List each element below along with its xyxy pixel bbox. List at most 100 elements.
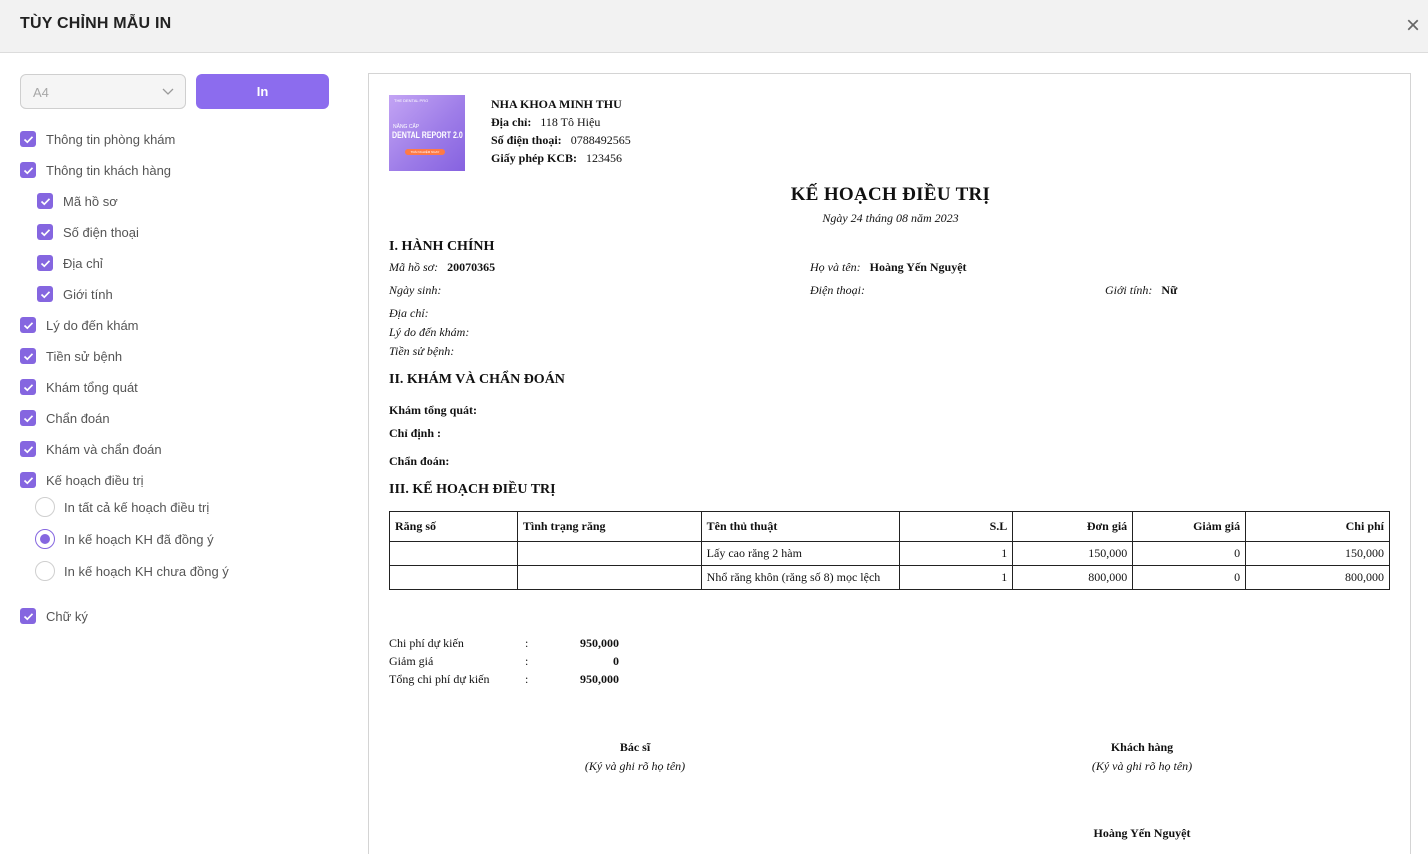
- checkbox-checked-icon[interactable]: [20, 441, 36, 457]
- customer-name-field: Họ và tên: Hoàng Yến Nguyệt: [810, 260, 967, 274]
- section-exam-diagnosis: II. KHÁM VÀ CHẨN ĐOÁN: [389, 372, 565, 387]
- section-treatment-plan: III. KẾ HOẠCH ĐIỀU TRỊ: [389, 482, 556, 497]
- table-row: Nhổ răng khôn (răng số 8) mọc lệch 1 800…: [389, 565, 1390, 590]
- checkbox-checked-icon[interactable]: [20, 162, 36, 178]
- radio-unchecked-icon[interactable]: [35, 497, 55, 517]
- option-label: Địa chỉ: [63, 255, 103, 271]
- discount-row: Giảm giá : 0: [389, 654, 619, 668]
- signature-hint: (Ký và ghi rõ họ tên): [1091, 759, 1193, 773]
- expected-cost-row: Chi phí dự kiến : 950,000: [389, 636, 619, 650]
- clinic-phone: Số điện thoại: 0788492565: [491, 133, 631, 147]
- checkbox-checked-icon[interactable]: [37, 286, 53, 302]
- table-cell: 150,000: [1245, 541, 1390, 566]
- radio-plan-not-agreed[interactable]: In kế hoạch KH chưa đồng ý: [35, 561, 229, 581]
- table-cell: 1: [899, 541, 1014, 566]
- checkbox-checked-icon[interactable]: [20, 608, 36, 624]
- gender-field: Giới tính: Nữ: [1105, 283, 1178, 297]
- option-label: Tiền sử bệnh: [46, 348, 123, 364]
- option-phone[interactable]: Số điện thoại: [37, 222, 139, 242]
- dob-field: Ngày sinh:: [389, 283, 442, 297]
- table-cell: Lấy cao răng 2 hàm: [700, 541, 901, 566]
- customer-signature-block: Khách hàng (Ký và ghi rõ họ tên): [1052, 740, 1232, 774]
- table-cell: 0: [1132, 541, 1247, 566]
- checkbox-checked-icon[interactable]: [20, 472, 36, 488]
- signature-hint: (Ký và ghi rõ họ tên): [584, 759, 686, 773]
- radio-checked-icon[interactable]: [35, 529, 55, 549]
- column-header: Tình trạng răng: [516, 511, 702, 542]
- option-treatment-plan[interactable]: Kế hoạch điều trị: [20, 470, 144, 490]
- option-exam-and-diagnosis[interactable]: Khám và chẩn đoán: [20, 439, 162, 459]
- paper-size-value: A4: [33, 85, 49, 100]
- record-code-field: Mã hồ sơ: 20070365: [389, 260, 496, 274]
- dialog-title: TÙY CHỈNH MẪU IN: [20, 15, 172, 32]
- visit-reason-field: Lý do đến khám:: [389, 325, 470, 339]
- option-label: Lý do đến khám: [46, 317, 139, 333]
- option-medical-history[interactable]: Tiền sử bệnh: [20, 346, 122, 366]
- checkbox-checked-icon[interactable]: [37, 255, 53, 271]
- radio-plan-agreed[interactable]: In kế hoạch KH đã đồng ý: [35, 529, 214, 549]
- document-title: KẾ HOẠCH ĐIỀU TRỊ: [790, 184, 991, 205]
- option-label: In tất cả kế hoạch điều trị: [64, 499, 210, 515]
- column-header: Tên thủ thuật: [700, 511, 901, 542]
- paper-size-select[interactable]: A4: [20, 74, 186, 109]
- total-cost-row: Tổng chi phí dự kiến : 950,000: [389, 672, 619, 686]
- option-label: Kế hoạch điều trị: [46, 472, 144, 488]
- column-header: Đơn giá: [1012, 511, 1134, 542]
- close-icon[interactable]: ×: [1404, 13, 1422, 39]
- doctor-signature-title: Bác sĩ: [619, 740, 651, 754]
- general-exam-field: Khám tổng quát:: [389, 403, 478, 417]
- option-general-exam[interactable]: Khám tổng quát: [20, 377, 138, 397]
- column-header: Giảm giá: [1132, 511, 1247, 542]
- option-label: In kế hoạch KH chưa đồng ý: [64, 563, 229, 579]
- option-clinic-info[interactable]: Thông tin phòng khám: [20, 129, 175, 149]
- option-visit-reason[interactable]: Lý do đến khám: [20, 315, 139, 335]
- table-row: Lấy cao răng 2 hàm 1 150,000 0 150,000: [389, 541, 1390, 566]
- option-label: Số điện thoại: [63, 224, 139, 240]
- medical-history-field: Tiền sử bệnh:: [389, 344, 455, 358]
- option-address[interactable]: Địa chỉ: [37, 253, 103, 273]
- table-cell: 1: [899, 565, 1014, 590]
- radio-unchecked-icon[interactable]: [35, 561, 55, 581]
- table-cell: Nhổ răng khôn (răng số 8) mọc lệch: [700, 565, 901, 590]
- table-cell: [389, 565, 518, 590]
- checkbox-checked-icon[interactable]: [20, 317, 36, 333]
- treatment-plan-table: Răng số Tình trạng răng Tên thủ thuật S.…: [389, 511, 1390, 590]
- option-customer-info[interactable]: Thông tin khách hàng: [20, 160, 171, 180]
- option-label: Khám và chẩn đoán: [46, 441, 162, 457]
- option-label: Chữ ký: [46, 608, 88, 624]
- option-label: Thông tin phòng khám: [46, 131, 176, 147]
- address-field: Địa chỉ:: [389, 306, 429, 320]
- option-gender[interactable]: Giới tính: [37, 284, 113, 304]
- clinic-logo: THE DENTAL PRO NÂNG CẤP DENTAL REPORT 2.…: [389, 95, 465, 171]
- table-cell: [389, 541, 518, 566]
- column-header: Răng số: [389, 511, 518, 542]
- column-header: Chi phí: [1245, 511, 1390, 542]
- option-signature[interactable]: Chữ ký: [20, 606, 88, 626]
- checkbox-checked-icon[interactable]: [37, 224, 53, 240]
- clinic-name: NHA KHOA MINH THU: [491, 97, 622, 111]
- clinic-address: Địa chỉ: 118 Tô Hiệu: [491, 115, 601, 129]
- diagnosis-field: Chẩn đoán:: [389, 454, 450, 468]
- option-record-code[interactable]: Mã hồ sơ: [37, 191, 118, 211]
- checkbox-checked-icon[interactable]: [20, 348, 36, 364]
- table-cell: 150,000: [1012, 541, 1134, 566]
- table-cell: 800,000: [1012, 565, 1134, 590]
- table-cell: 800,000: [1245, 565, 1390, 590]
- radio-plan-all[interactable]: In tất cả kế hoạch điều trị: [35, 497, 209, 517]
- table-cell: [516, 541, 702, 566]
- table-cell: 0: [1132, 565, 1247, 590]
- checkbox-checked-icon[interactable]: [20, 379, 36, 395]
- option-label: Khám tổng quát: [46, 379, 138, 395]
- print-button[interactable]: In: [196, 74, 329, 109]
- option-label: In kế hoạch KH đã đồng ý: [64, 531, 214, 547]
- checkbox-checked-icon[interactable]: [37, 193, 53, 209]
- chevron-down-icon: [162, 88, 174, 95]
- checkbox-checked-icon[interactable]: [20, 410, 36, 426]
- print-preview: THE DENTAL PRO NÂNG CẤP DENTAL REPORT 2.…: [368, 73, 1411, 854]
- checkbox-checked-icon[interactable]: [20, 131, 36, 147]
- option-diagnosis[interactable]: Chẩn đoán: [20, 408, 110, 428]
- indication-field: Chỉ định :: [389, 426, 442, 440]
- phone-field: Điện thoại:: [810, 283, 865, 297]
- option-label: Thông tin khách hàng: [46, 162, 172, 178]
- section-administrative: I. HÀNH CHÍNH: [389, 239, 495, 254]
